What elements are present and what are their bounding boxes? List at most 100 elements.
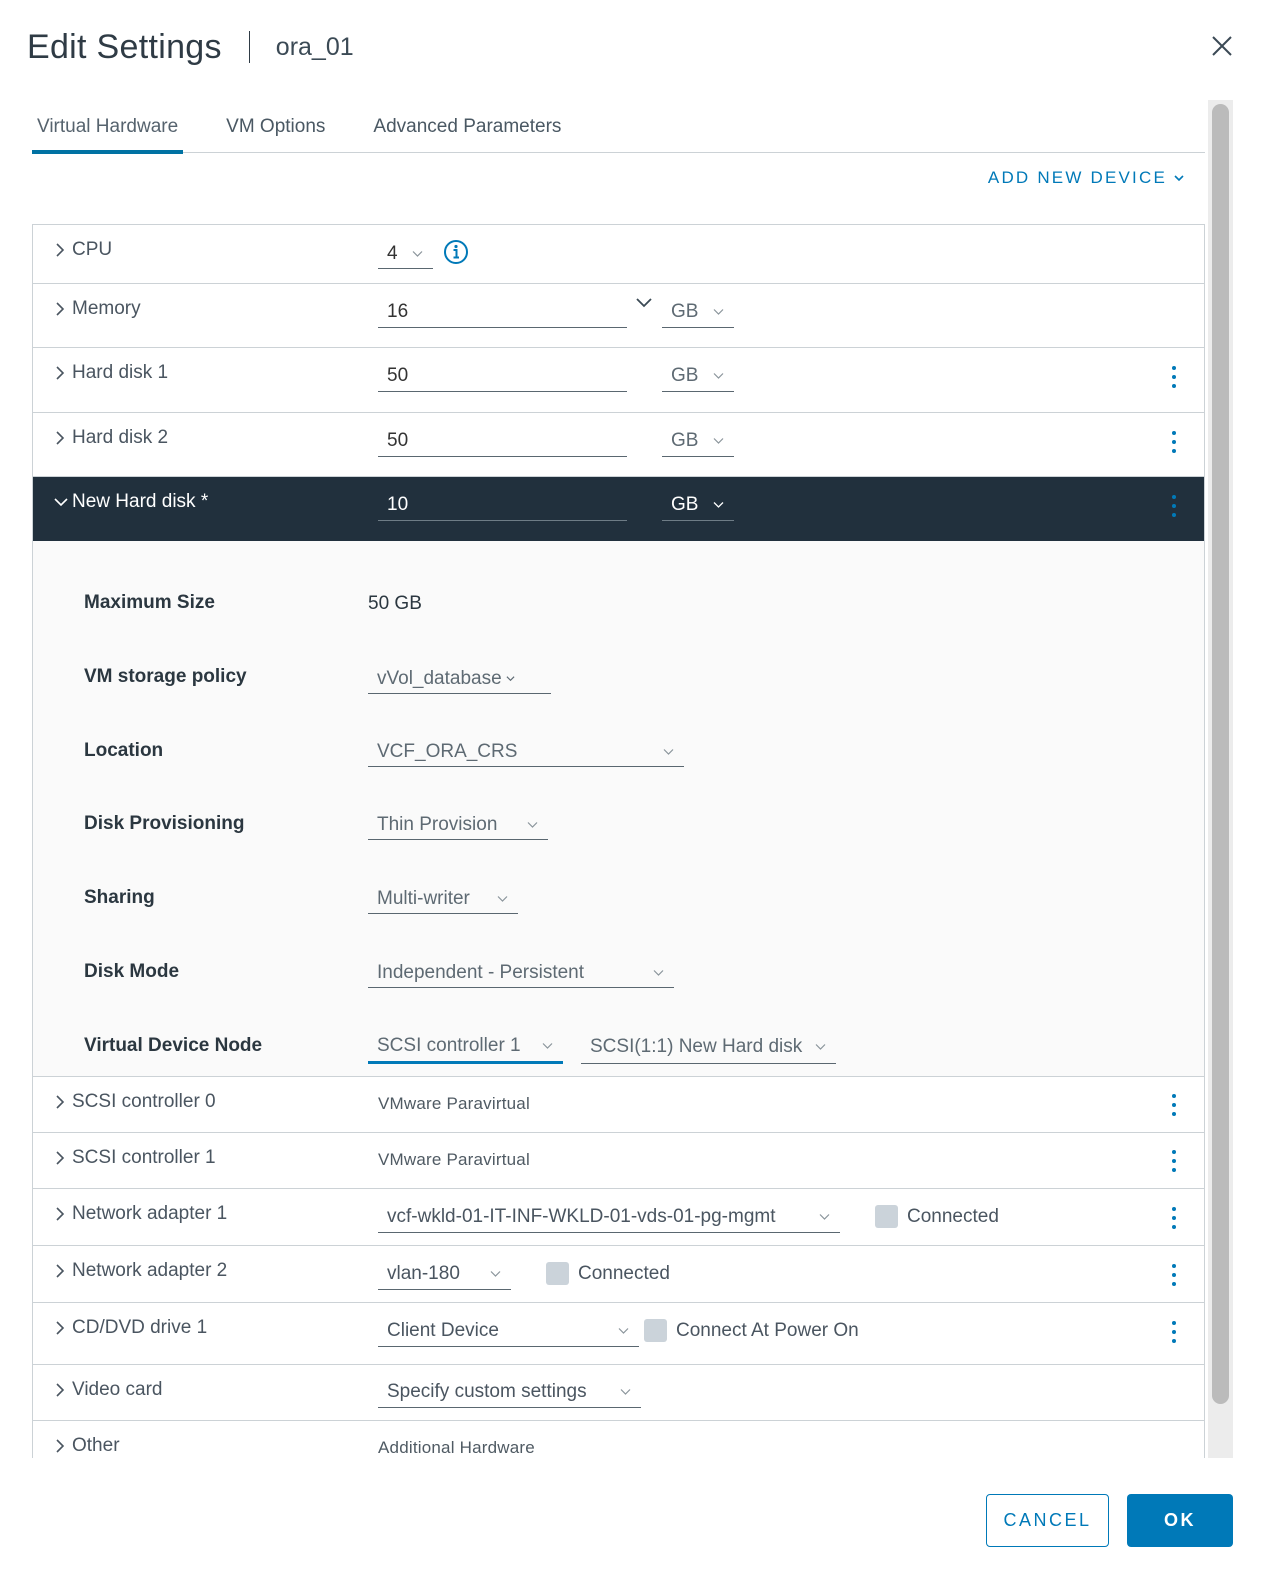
hardware-row-network-adapter-2: Network adapter 2 vlan-180 Connected bbox=[33, 1246, 1204, 1303]
device-node-select[interactable]: SCSI(1:1) New Hard disk bbox=[581, 1031, 836, 1064]
cpu-label: CPU bbox=[72, 239, 113, 260]
chevron-right-icon bbox=[56, 1207, 65, 1221]
storage-policy-label: VM storage policy bbox=[84, 666, 247, 687]
dropdown-chevron-icon bbox=[506, 676, 515, 682]
new-hard-disk-expander[interactable]: New Hard disk * bbox=[53, 491, 208, 513]
scrollbar-thumb[interactable] bbox=[1212, 104, 1229, 1404]
memory-value: 16 bbox=[387, 300, 409, 322]
hardware-list: CPU 4 Memory 16 GB Hard disk 1 50 GB Har… bbox=[32, 224, 1205, 1458]
scsi-controller-0-label: SCSI controller 0 bbox=[72, 1091, 216, 1112]
location-value: VCF_ORA_CRS bbox=[377, 740, 518, 762]
network-adapter-2-more-actions-icon[interactable] bbox=[1170, 1264, 1178, 1290]
hard-disk-1-more-actions-icon[interactable] bbox=[1170, 366, 1178, 392]
info-icon[interactable] bbox=[443, 239, 469, 265]
sharing-select[interactable]: Multi-writer bbox=[368, 884, 518, 914]
add-new-device-button[interactable]: ADD NEW DEVICE bbox=[988, 168, 1185, 188]
hard-disk-2-more-actions-icon[interactable] bbox=[1170, 431, 1178, 457]
connect-at-power-on-checkbox[interactable] bbox=[644, 1319, 667, 1342]
cancel-button[interactable]: CANCEL bbox=[986, 1494, 1109, 1547]
chevron-right-icon bbox=[56, 1095, 65, 1109]
memory-expander[interactable]: Memory bbox=[53, 298, 141, 320]
chevron-right-icon bbox=[56, 366, 65, 380]
hard-disk-1-size-input[interactable]: 50 bbox=[378, 360, 627, 392]
tab-advanced-parameters[interactable]: Advanced Parameters bbox=[368, 110, 566, 153]
hard-disk-1-label: Hard disk 1 bbox=[72, 362, 169, 383]
storage-policy-select[interactable]: vVol_database bbox=[368, 664, 551, 694]
close-button[interactable] bbox=[1210, 34, 1234, 58]
hard-disk-2-expander[interactable]: Hard disk 2 bbox=[53, 427, 168, 449]
hardware-row-cd-dvd-drive-1: CD/DVD drive 1 Client Device Connect At … bbox=[33, 1303, 1204, 1365]
dropdown-chevron-icon bbox=[663, 748, 674, 755]
chevron-right-icon bbox=[56, 1151, 65, 1165]
chevron-right-icon bbox=[56, 302, 65, 316]
chevron-right-icon bbox=[56, 1264, 65, 1278]
scsi-controller-1-expander[interactable]: SCSI controller 1 bbox=[53, 1147, 216, 1169]
location-select[interactable]: VCF_ORA_CRS bbox=[368, 737, 684, 767]
new-hard-disk-more-actions-icon[interactable] bbox=[1170, 495, 1178, 521]
network-adapter-1-expander[interactable]: Network adapter 1 bbox=[53, 1203, 227, 1225]
hardware-row-cpu: CPU 4 bbox=[33, 225, 1204, 284]
device-node-controller-select[interactable]: SCSI controller 1 bbox=[368, 1031, 563, 1064]
cpu-select[interactable]: 4 bbox=[378, 239, 433, 269]
dialog-title: Edit Settings bbox=[27, 27, 222, 66]
disk-mode-value: Independent - Persistent bbox=[377, 961, 585, 983]
dropdown-chevron-icon bbox=[713, 437, 724, 444]
hardware-row-new-hard-disk: New Hard disk * 10 GB bbox=[33, 477, 1204, 541]
hard-disk-2-size-input[interactable]: 50 bbox=[378, 425, 627, 457]
hard-disk-1-unit-select[interactable]: GB bbox=[662, 360, 734, 392]
scsi-controller-1-type: VMware Paravirtual bbox=[378, 1150, 530, 1169]
chevron-right-icon bbox=[56, 243, 65, 257]
video-card-settings: Specify custom settings bbox=[387, 1380, 587, 1402]
network-adapter-2-connected-label: Connected bbox=[578, 1263, 670, 1284]
hard-disk-2-unit-select[interactable]: GB bbox=[662, 425, 734, 457]
network-adapter-2-connected-checkbox[interactable] bbox=[546, 1262, 569, 1285]
network-adapter-2-network: vlan-180 bbox=[387, 1262, 460, 1284]
chevron-right-icon bbox=[56, 1439, 65, 1453]
network-adapter-2-network-select[interactable]: vlan-180 bbox=[378, 1258, 511, 1290]
dialog-header: Edit Settings ora_01 bbox=[27, 22, 354, 72]
hard-disk-1-expander[interactable]: Hard disk 1 bbox=[53, 362, 168, 384]
dropdown-chevron-icon bbox=[412, 250, 423, 257]
network-adapter-1-network-select[interactable]: vcf-wkld-01-IT-INF-WKLD-01-vds-01-pg-mgm… bbox=[378, 1201, 840, 1233]
network-adapter-2-expander[interactable]: Network adapter 2 bbox=[53, 1260, 227, 1282]
network-adapter-1-connected-checkbox[interactable] bbox=[875, 1205, 898, 1228]
disk-mode-label: Disk Mode bbox=[84, 961, 180, 982]
tab-virtual-hardware[interactable]: Virtual Hardware bbox=[32, 110, 184, 154]
device-node-value: SCSI(1:1) New Hard disk bbox=[590, 1036, 803, 1057]
disk-provisioning-select[interactable]: Thin Provision bbox=[368, 810, 548, 840]
disk-provisioning-value: Thin Provision bbox=[377, 813, 498, 835]
cd-dvd-drive-1-expander[interactable]: CD/DVD drive 1 bbox=[53, 1317, 207, 1339]
memory-unit-select[interactable]: GB bbox=[662, 296, 734, 328]
scsi-controller-0-more-actions-icon[interactable] bbox=[1170, 1094, 1178, 1120]
sharing-label: Sharing bbox=[84, 887, 155, 908]
hardware-row-video-card: Video card Specify custom settings bbox=[33, 1365, 1204, 1421]
scsi-controller-0-type: VMware Paravirtual bbox=[378, 1094, 530, 1113]
connect-at-power-on-label: Connect At Power On bbox=[676, 1320, 859, 1341]
new-hard-disk-unit-select[interactable]: GB bbox=[662, 489, 734, 521]
memory-input[interactable]: 16 bbox=[378, 296, 627, 328]
memory-dropdown-chevron-icon[interactable] bbox=[636, 298, 652, 308]
other-expander[interactable]: Other bbox=[53, 1435, 120, 1457]
hardware-row-scsi-controller-0: SCSI controller 0 VMware Paravirtual bbox=[33, 1077, 1204, 1133]
add-new-device-label: ADD NEW DEVICE bbox=[987, 168, 1167, 187]
hardware-row-hard-disk-1: Hard disk 1 50 GB bbox=[33, 348, 1204, 413]
cd-dvd-drive-1-type-select[interactable]: Client Device bbox=[378, 1315, 639, 1347]
dropdown-chevron-icon bbox=[815, 1044, 826, 1050]
cpu-expander[interactable]: CPU bbox=[53, 239, 112, 261]
new-hard-disk-size-input[interactable]: 10 bbox=[378, 489, 627, 521]
scsi-controller-0-expander[interactable]: SCSI controller 0 bbox=[53, 1091, 216, 1113]
disk-mode-select[interactable]: Independent - Persistent bbox=[368, 958, 674, 988]
hard-disk-2-label: Hard disk 2 bbox=[72, 427, 169, 448]
cd-dvd-drive-1-more-actions-icon[interactable] bbox=[1170, 1321, 1178, 1347]
storage-policy-value: vVol_database bbox=[377, 667, 502, 689]
video-card-expander[interactable]: Video card bbox=[53, 1379, 163, 1401]
hardware-row-memory: Memory 16 GB bbox=[33, 284, 1204, 348]
scsi-controller-1-more-actions-icon[interactable] bbox=[1170, 1150, 1178, 1176]
video-card-settings-select[interactable]: Specify custom settings bbox=[378, 1376, 641, 1408]
network-adapter-1-more-actions-icon[interactable] bbox=[1170, 1207, 1178, 1233]
tab-vm-options[interactable]: VM Options bbox=[221, 110, 330, 153]
network-adapter-1-label: Network adapter 1 bbox=[72, 1203, 228, 1224]
dropdown-chevron-icon bbox=[490, 1270, 501, 1277]
dropdown-chevron-icon bbox=[542, 1043, 553, 1049]
ok-button[interactable]: OK bbox=[1127, 1494, 1233, 1547]
